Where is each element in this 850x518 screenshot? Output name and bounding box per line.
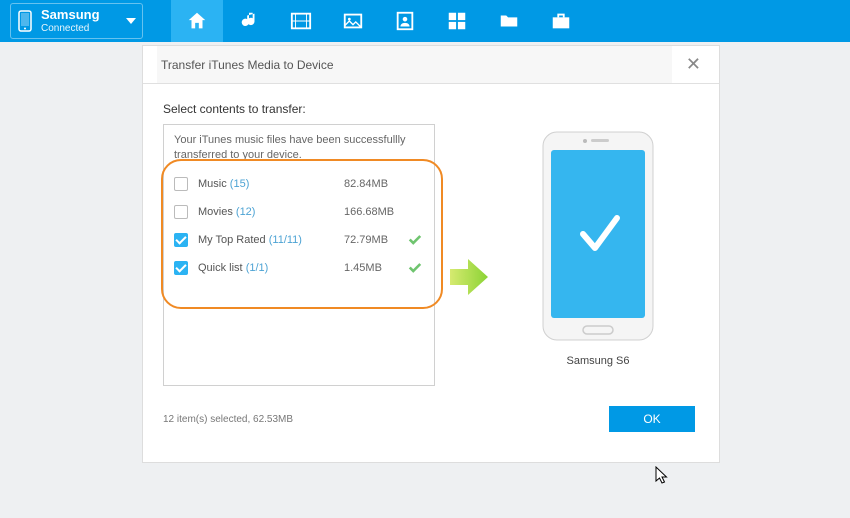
apps-icon: [446, 10, 468, 32]
select-label: Select contents to transfer:: [163, 102, 699, 116]
nav-files[interactable]: [483, 0, 535, 42]
nav-bar: [171, 0, 587, 42]
row-size: 72.79MB: [344, 234, 406, 246]
nav-photos[interactable]: [327, 0, 379, 42]
row-label: Music (15): [198, 178, 344, 190]
row-label: My Top Rated (11/11): [198, 234, 344, 246]
list-row[interactable]: Quick list (1/1) 1.45MB: [164, 254, 434, 282]
device-info: Samsung Connected: [41, 8, 100, 33]
content-list-box: Your iTunes music files have been succes…: [163, 124, 435, 386]
target-device-name: Samsung S6: [513, 355, 683, 367]
checkbox[interactable]: [174, 177, 188, 191]
row-label: Movies (12): [198, 206, 344, 218]
check-icon: [406, 262, 424, 273]
check-icon: [406, 234, 424, 245]
row-size: 166.68MB: [344, 206, 406, 218]
device-name: Samsung: [41, 8, 100, 22]
briefcase-icon: [550, 10, 572, 32]
checkbox-checked[interactable]: [174, 233, 188, 247]
nav-video[interactable]: [275, 0, 327, 42]
image-icon: [342, 10, 364, 32]
contacts-icon: [394, 10, 416, 32]
film-icon: [290, 10, 312, 32]
selection-summary: 12 item(s) selected, 62.53MB: [163, 414, 293, 425]
nav-music[interactable]: [223, 0, 275, 42]
transfer-modal: Transfer iTunes Media to Device ✕ Select…: [142, 45, 720, 463]
modal-header: Transfer iTunes Media to Device ✕: [143, 46, 719, 84]
phone-illustration: [539, 128, 657, 344]
folder-icon: [498, 10, 520, 32]
nav-toolbox[interactable]: [535, 0, 587, 42]
nav-contacts[interactable]: [379, 0, 431, 42]
ok-button[interactable]: OK: [609, 406, 695, 432]
chevron-down-icon: [126, 18, 136, 24]
nav-home[interactable]: [171, 0, 223, 42]
row-size: 82.84MB: [344, 178, 406, 190]
content-area: Transfer iTunes Media to Device ✕ Select…: [0, 42, 850, 518]
phone-icon: [17, 10, 33, 32]
mouse-cursor: [655, 466, 671, 486]
checkbox-checked[interactable]: [174, 261, 188, 275]
status-message: Your iTunes music files have been succes…: [164, 125, 434, 170]
device-selector[interactable]: Samsung Connected: [10, 3, 143, 38]
transfer-arrow: [443, 146, 493, 408]
arrow-right-icon: [444, 253, 492, 301]
modal-title: Transfer iTunes Media to Device: [157, 46, 672, 83]
topbar: Samsung Connected: [0, 0, 850, 42]
home-icon: [186, 10, 208, 32]
list-row[interactable]: My Top Rated (11/11) 72.79MB: [164, 226, 434, 254]
modal-body: Select contents to transfer: Your iTunes…: [143, 84, 719, 442]
close-icon[interactable]: ✕: [682, 54, 705, 75]
music-icon: [238, 10, 260, 32]
device-status: Connected: [41, 23, 100, 34]
nav-apps[interactable]: [431, 0, 483, 42]
list-row[interactable]: Movies (12) 166.68MB: [164, 198, 434, 226]
list-row[interactable]: Music (15) 82.84MB: [164, 170, 434, 198]
row-label: Quick list (1/1): [198, 262, 344, 274]
modal-footer: 12 item(s) selected, 62.53MB OK: [163, 406, 699, 432]
row-size: 1.45MB: [344, 262, 406, 274]
checkbox[interactable]: [174, 205, 188, 219]
target-device-pane: Samsung S6: [513, 124, 683, 367]
